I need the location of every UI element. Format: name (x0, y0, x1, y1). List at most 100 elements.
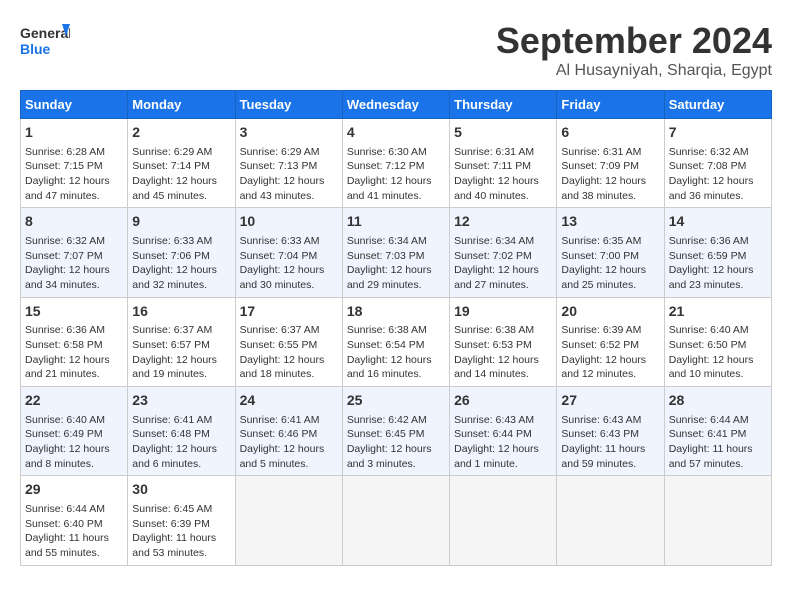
daylight-text: Daylight: 12 hours and 5 minutes. (240, 443, 325, 470)
sunset-text: Sunset: 6:41 PM (669, 428, 747, 440)
sunrise-text: Sunrise: 6:40 AM (669, 324, 749, 336)
sunrise-text: Sunrise: 6:37 AM (240, 324, 320, 336)
daylight-text: Daylight: 12 hours and 1 minute. (454, 443, 539, 470)
sunrise-text: Sunrise: 6:31 AM (561, 146, 641, 158)
sunset-text: Sunset: 6:40 PM (25, 518, 103, 530)
day-number: 17 (240, 302, 338, 322)
calendar-cell: 3 Sunrise: 6:29 AM Sunset: 7:13 PM Dayli… (235, 119, 342, 208)
logo: General Blue (20, 20, 70, 65)
sunset-text: Sunset: 6:54 PM (347, 339, 425, 351)
day-number: 26 (454, 391, 552, 411)
day-number: 4 (347, 123, 445, 143)
sunrise-text: Sunrise: 6:33 AM (132, 235, 212, 247)
day-number: 24 (240, 391, 338, 411)
daylight-text: Daylight: 12 hours and 29 minutes. (347, 264, 432, 291)
sunrise-text: Sunrise: 6:42 AM (347, 414, 427, 426)
day-number: 9 (132, 212, 230, 232)
sunset-text: Sunset: 7:14 PM (132, 160, 210, 172)
daylight-text: Daylight: 12 hours and 18 minutes. (240, 354, 325, 381)
daylight-text: Daylight: 12 hours and 40 minutes. (454, 175, 539, 202)
calendar-cell (235, 476, 342, 565)
calendar-week-row: 15 Sunrise: 6:36 AM Sunset: 6:58 PM Dayl… (21, 297, 772, 386)
daylight-text: Daylight: 12 hours and 6 minutes. (132, 443, 217, 470)
calendar-cell: 14 Sunrise: 6:36 AM Sunset: 6:59 PM Dayl… (664, 208, 771, 297)
calendar-cell: 4 Sunrise: 6:30 AM Sunset: 7:12 PM Dayli… (342, 119, 449, 208)
col-header-saturday: Saturday (664, 91, 771, 119)
sunrise-text: Sunrise: 6:29 AM (240, 146, 320, 158)
sunrise-text: Sunrise: 6:38 AM (454, 324, 534, 336)
daylight-text: Daylight: 12 hours and 19 minutes. (132, 354, 217, 381)
daylight-text: Daylight: 11 hours and 59 minutes. (561, 443, 645, 470)
sunset-text: Sunset: 7:12 PM (347, 160, 425, 172)
calendar-cell: 22 Sunrise: 6:40 AM Sunset: 6:49 PM Dayl… (21, 387, 128, 476)
col-header-tuesday: Tuesday (235, 91, 342, 119)
day-number: 23 (132, 391, 230, 411)
calendar-cell (342, 476, 449, 565)
daylight-text: Daylight: 12 hours and 14 minutes. (454, 354, 539, 381)
sunset-text: Sunset: 6:50 PM (669, 339, 747, 351)
daylight-text: Daylight: 12 hours and 23 minutes. (669, 264, 754, 291)
day-number: 7 (669, 123, 767, 143)
sunset-text: Sunset: 6:46 PM (240, 428, 318, 440)
calendar-cell: 21 Sunrise: 6:40 AM Sunset: 6:50 PM Dayl… (664, 297, 771, 386)
day-number: 20 (561, 302, 659, 322)
calendar-cell: 27 Sunrise: 6:43 AM Sunset: 6:43 PM Dayl… (557, 387, 664, 476)
calendar-cell: 24 Sunrise: 6:41 AM Sunset: 6:46 PM Dayl… (235, 387, 342, 476)
calendar-cell: 8 Sunrise: 6:32 AM Sunset: 7:07 PM Dayli… (21, 208, 128, 297)
daylight-text: Daylight: 12 hours and 12 minutes. (561, 354, 646, 381)
calendar-week-row: 8 Sunrise: 6:32 AM Sunset: 7:07 PM Dayli… (21, 208, 772, 297)
day-number: 25 (347, 391, 445, 411)
sunset-text: Sunset: 6:44 PM (454, 428, 532, 440)
svg-text:Blue: Blue (20, 41, 51, 57)
sunrise-text: Sunrise: 6:44 AM (25, 503, 105, 515)
calendar-cell: 12 Sunrise: 6:34 AM Sunset: 7:02 PM Dayl… (450, 208, 557, 297)
sunrise-text: Sunrise: 6:34 AM (454, 235, 534, 247)
sunrise-text: Sunrise: 6:44 AM (669, 414, 749, 426)
day-number: 28 (669, 391, 767, 411)
sunset-text: Sunset: 7:09 PM (561, 160, 639, 172)
daylight-text: Daylight: 11 hours and 57 minutes. (669, 443, 753, 470)
sunrise-text: Sunrise: 6:45 AM (132, 503, 212, 515)
sunrise-text: Sunrise: 6:32 AM (669, 146, 749, 158)
sunrise-text: Sunrise: 6:39 AM (561, 324, 641, 336)
calendar-cell: 17 Sunrise: 6:37 AM Sunset: 6:55 PM Dayl… (235, 297, 342, 386)
daylight-text: Daylight: 12 hours and 38 minutes. (561, 175, 646, 202)
calendar-cell: 30 Sunrise: 6:45 AM Sunset: 6:39 PM Dayl… (128, 476, 235, 565)
sunset-text: Sunset: 7:02 PM (454, 250, 532, 262)
calendar-cell: 16 Sunrise: 6:37 AM Sunset: 6:57 PM Dayl… (128, 297, 235, 386)
col-header-thursday: Thursday (450, 91, 557, 119)
sunset-text: Sunset: 6:49 PM (25, 428, 103, 440)
sunrise-text: Sunrise: 6:35 AM (561, 235, 641, 247)
calendar-cell: 20 Sunrise: 6:39 AM Sunset: 6:52 PM Dayl… (557, 297, 664, 386)
svg-text:General: General (20, 25, 70, 41)
sunrise-text: Sunrise: 6:38 AM (347, 324, 427, 336)
logo-svg: General Blue (20, 20, 70, 65)
sunset-text: Sunset: 6:59 PM (669, 250, 747, 262)
calendar-cell: 1 Sunrise: 6:28 AM Sunset: 7:15 PM Dayli… (21, 119, 128, 208)
day-number: 6 (561, 123, 659, 143)
daylight-text: Daylight: 12 hours and 25 minutes. (561, 264, 646, 291)
sunrise-text: Sunrise: 6:28 AM (25, 146, 105, 158)
calendar-table: SundayMondayTuesdayWednesdayThursdayFrid… (20, 90, 772, 566)
sunrise-text: Sunrise: 6:43 AM (454, 414, 534, 426)
day-number: 12 (454, 212, 552, 232)
sunset-text: Sunset: 6:53 PM (454, 339, 532, 351)
calendar-cell: 23 Sunrise: 6:41 AM Sunset: 6:48 PM Dayl… (128, 387, 235, 476)
calendar-week-row: 1 Sunrise: 6:28 AM Sunset: 7:15 PM Dayli… (21, 119, 772, 208)
sunset-text: Sunset: 7:04 PM (240, 250, 318, 262)
calendar-cell: 29 Sunrise: 6:44 AM Sunset: 6:40 PM Dayl… (21, 476, 128, 565)
calendar-cell: 6 Sunrise: 6:31 AM Sunset: 7:09 PM Dayli… (557, 119, 664, 208)
col-header-friday: Friday (557, 91, 664, 119)
sunrise-text: Sunrise: 6:40 AM (25, 414, 105, 426)
day-number: 10 (240, 212, 338, 232)
calendar-cell (557, 476, 664, 565)
daylight-text: Daylight: 12 hours and 47 minutes. (25, 175, 110, 202)
sunrise-text: Sunrise: 6:36 AM (25, 324, 105, 336)
col-header-sunday: Sunday (21, 91, 128, 119)
sunset-text: Sunset: 7:03 PM (347, 250, 425, 262)
calendar-cell: 15 Sunrise: 6:36 AM Sunset: 6:58 PM Dayl… (21, 297, 128, 386)
daylight-text: Daylight: 12 hours and 41 minutes. (347, 175, 432, 202)
sunset-text: Sunset: 7:06 PM (132, 250, 210, 262)
sunrise-text: Sunrise: 6:43 AM (561, 414, 641, 426)
sunrise-text: Sunrise: 6:41 AM (240, 414, 320, 426)
